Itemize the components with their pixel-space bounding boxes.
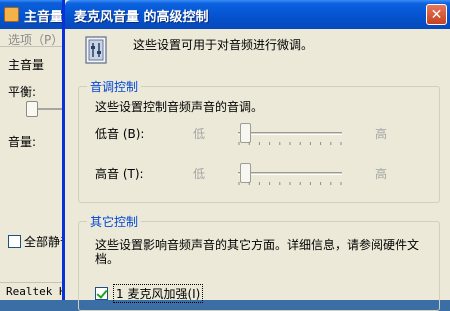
bass-min-label: 低 xyxy=(193,127,206,141)
bass-max-label: 高 xyxy=(375,127,388,141)
volume-label: 音量: xyxy=(8,135,37,149)
dialog-title: 麦克风音量 的高级控制 xyxy=(74,10,209,25)
other-controls-group: 其它控制 这些设置影响音频声音的其它方面。详细信息，请参阅硬件文 档。 1 麦克… xyxy=(78,213,440,311)
bass-slider-track[interactable] xyxy=(238,132,342,135)
balance-label: 平衡: xyxy=(8,85,37,99)
balance-slider-thumb[interactable] xyxy=(26,101,38,117)
treble-max-label: 高 xyxy=(375,167,388,181)
close-button[interactable]: ✕ xyxy=(426,4,447,25)
other-controls-description-line2: 档。 xyxy=(95,252,120,266)
tone-controls-title: 音调控制 xyxy=(87,78,142,95)
mic-boost-label: 1 麦克风加强(I) xyxy=(113,284,204,303)
other-controls-description-line1: 这些设置影响音频声音的其它方面。详细信息，请参阅硬件文 xyxy=(95,238,420,252)
treble-min-label: 低 xyxy=(193,167,206,181)
dialog-description: 这些设置可用于对音频进行微调。 xyxy=(133,38,314,52)
mic-boost-checkbox[interactable]: 1 麦克风加强(I) xyxy=(95,284,204,303)
mic-boost-box[interactable] xyxy=(95,287,108,300)
advanced-controls-dialog: 麦克风音量 的高级控制 ✕ 这些设置可用于对音频进行微调。 音调控制 这些设置控… xyxy=(62,0,450,311)
menu-options[interactable]: 选项（P） xyxy=(8,31,63,48)
treble-slider-row: 高音 (T): 低 高 xyxy=(95,163,435,185)
balance-slider-track[interactable] xyxy=(38,108,64,110)
settings-info-icon xyxy=(85,36,107,64)
close-icon: ✕ xyxy=(430,6,443,23)
treble-slider-ticks xyxy=(238,182,342,185)
other-controls-title: 其它控制 xyxy=(87,213,142,230)
speaker-app-icon xyxy=(4,7,19,22)
mute-all-box[interactable] xyxy=(8,235,21,248)
bass-label: 低音 (B): xyxy=(95,127,145,141)
mixer-channel-label: 主音量 xyxy=(8,58,45,72)
tone-controls-group: 音调控制 这些设置控制音频声音的音调。 低音 (B): 低 高 高音 (T): … xyxy=(78,78,440,203)
bass-slider-ticks xyxy=(238,142,342,145)
treble-label: 高音 (T): xyxy=(95,167,144,181)
master-volume-title: 主音量 xyxy=(24,10,64,25)
treble-slider-thumb[interactable] xyxy=(239,163,251,183)
dialog-titlebar[interactable]: 麦克风音量 的高级控制 ✕ xyxy=(65,0,450,29)
bass-slider-thumb[interactable] xyxy=(239,123,251,143)
treble-slider-track[interactable] xyxy=(238,172,342,175)
tone-controls-description: 这些设置控制音频声音的音调。 xyxy=(95,100,264,114)
bass-slider-row: 低音 (B): 低 高 xyxy=(95,123,435,145)
